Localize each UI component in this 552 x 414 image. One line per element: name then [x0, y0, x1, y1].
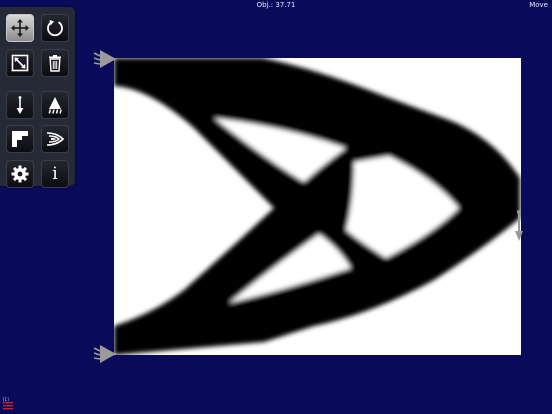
- resize-diagonal-icon: [11, 54, 29, 72]
- objective-value: Obj.: 37.71: [256, 1, 296, 9]
- trash-icon: [49, 55, 61, 72]
- settings-button[interactable]: [6, 160, 34, 188]
- force-arrow-icon: [16, 96, 24, 114]
- info-icon: i: [52, 163, 58, 184]
- design-domain[interactable]: [114, 58, 521, 355]
- stair-step-icon: [12, 131, 28, 147]
- support-button[interactable]: [41, 91, 69, 119]
- support-marker-top[interactable]: [92, 48, 118, 70]
- support-marker-bottom[interactable]: [92, 343, 118, 365]
- delete-button[interactable]: [41, 49, 69, 77]
- support-icon: [48, 97, 62, 114]
- chevron-swoosh-icon: [46, 132, 65, 146]
- load-marker-right[interactable]: [513, 208, 525, 242]
- move-arrows-icon: [11, 19, 29, 37]
- filter-button[interactable]: [41, 125, 69, 153]
- gear-icon: [11, 165, 29, 183]
- rotate-icon: [47, 20, 63, 37]
- passive-region-button[interactable]: [6, 125, 34, 153]
- debug-grid-icon[interactable]: [3, 398, 13, 410]
- tool-palette: i: [0, 7, 75, 188]
- rotate-button[interactable]: [41, 14, 69, 42]
- move-button[interactable]: [6, 14, 34, 42]
- mode-indicator: Move: [529, 1, 548, 9]
- force-button[interactable]: [6, 91, 34, 119]
- topology-canvas[interactable]: [114, 58, 521, 355]
- info-button[interactable]: i: [41, 160, 69, 188]
- resize-button[interactable]: [6, 49, 34, 77]
